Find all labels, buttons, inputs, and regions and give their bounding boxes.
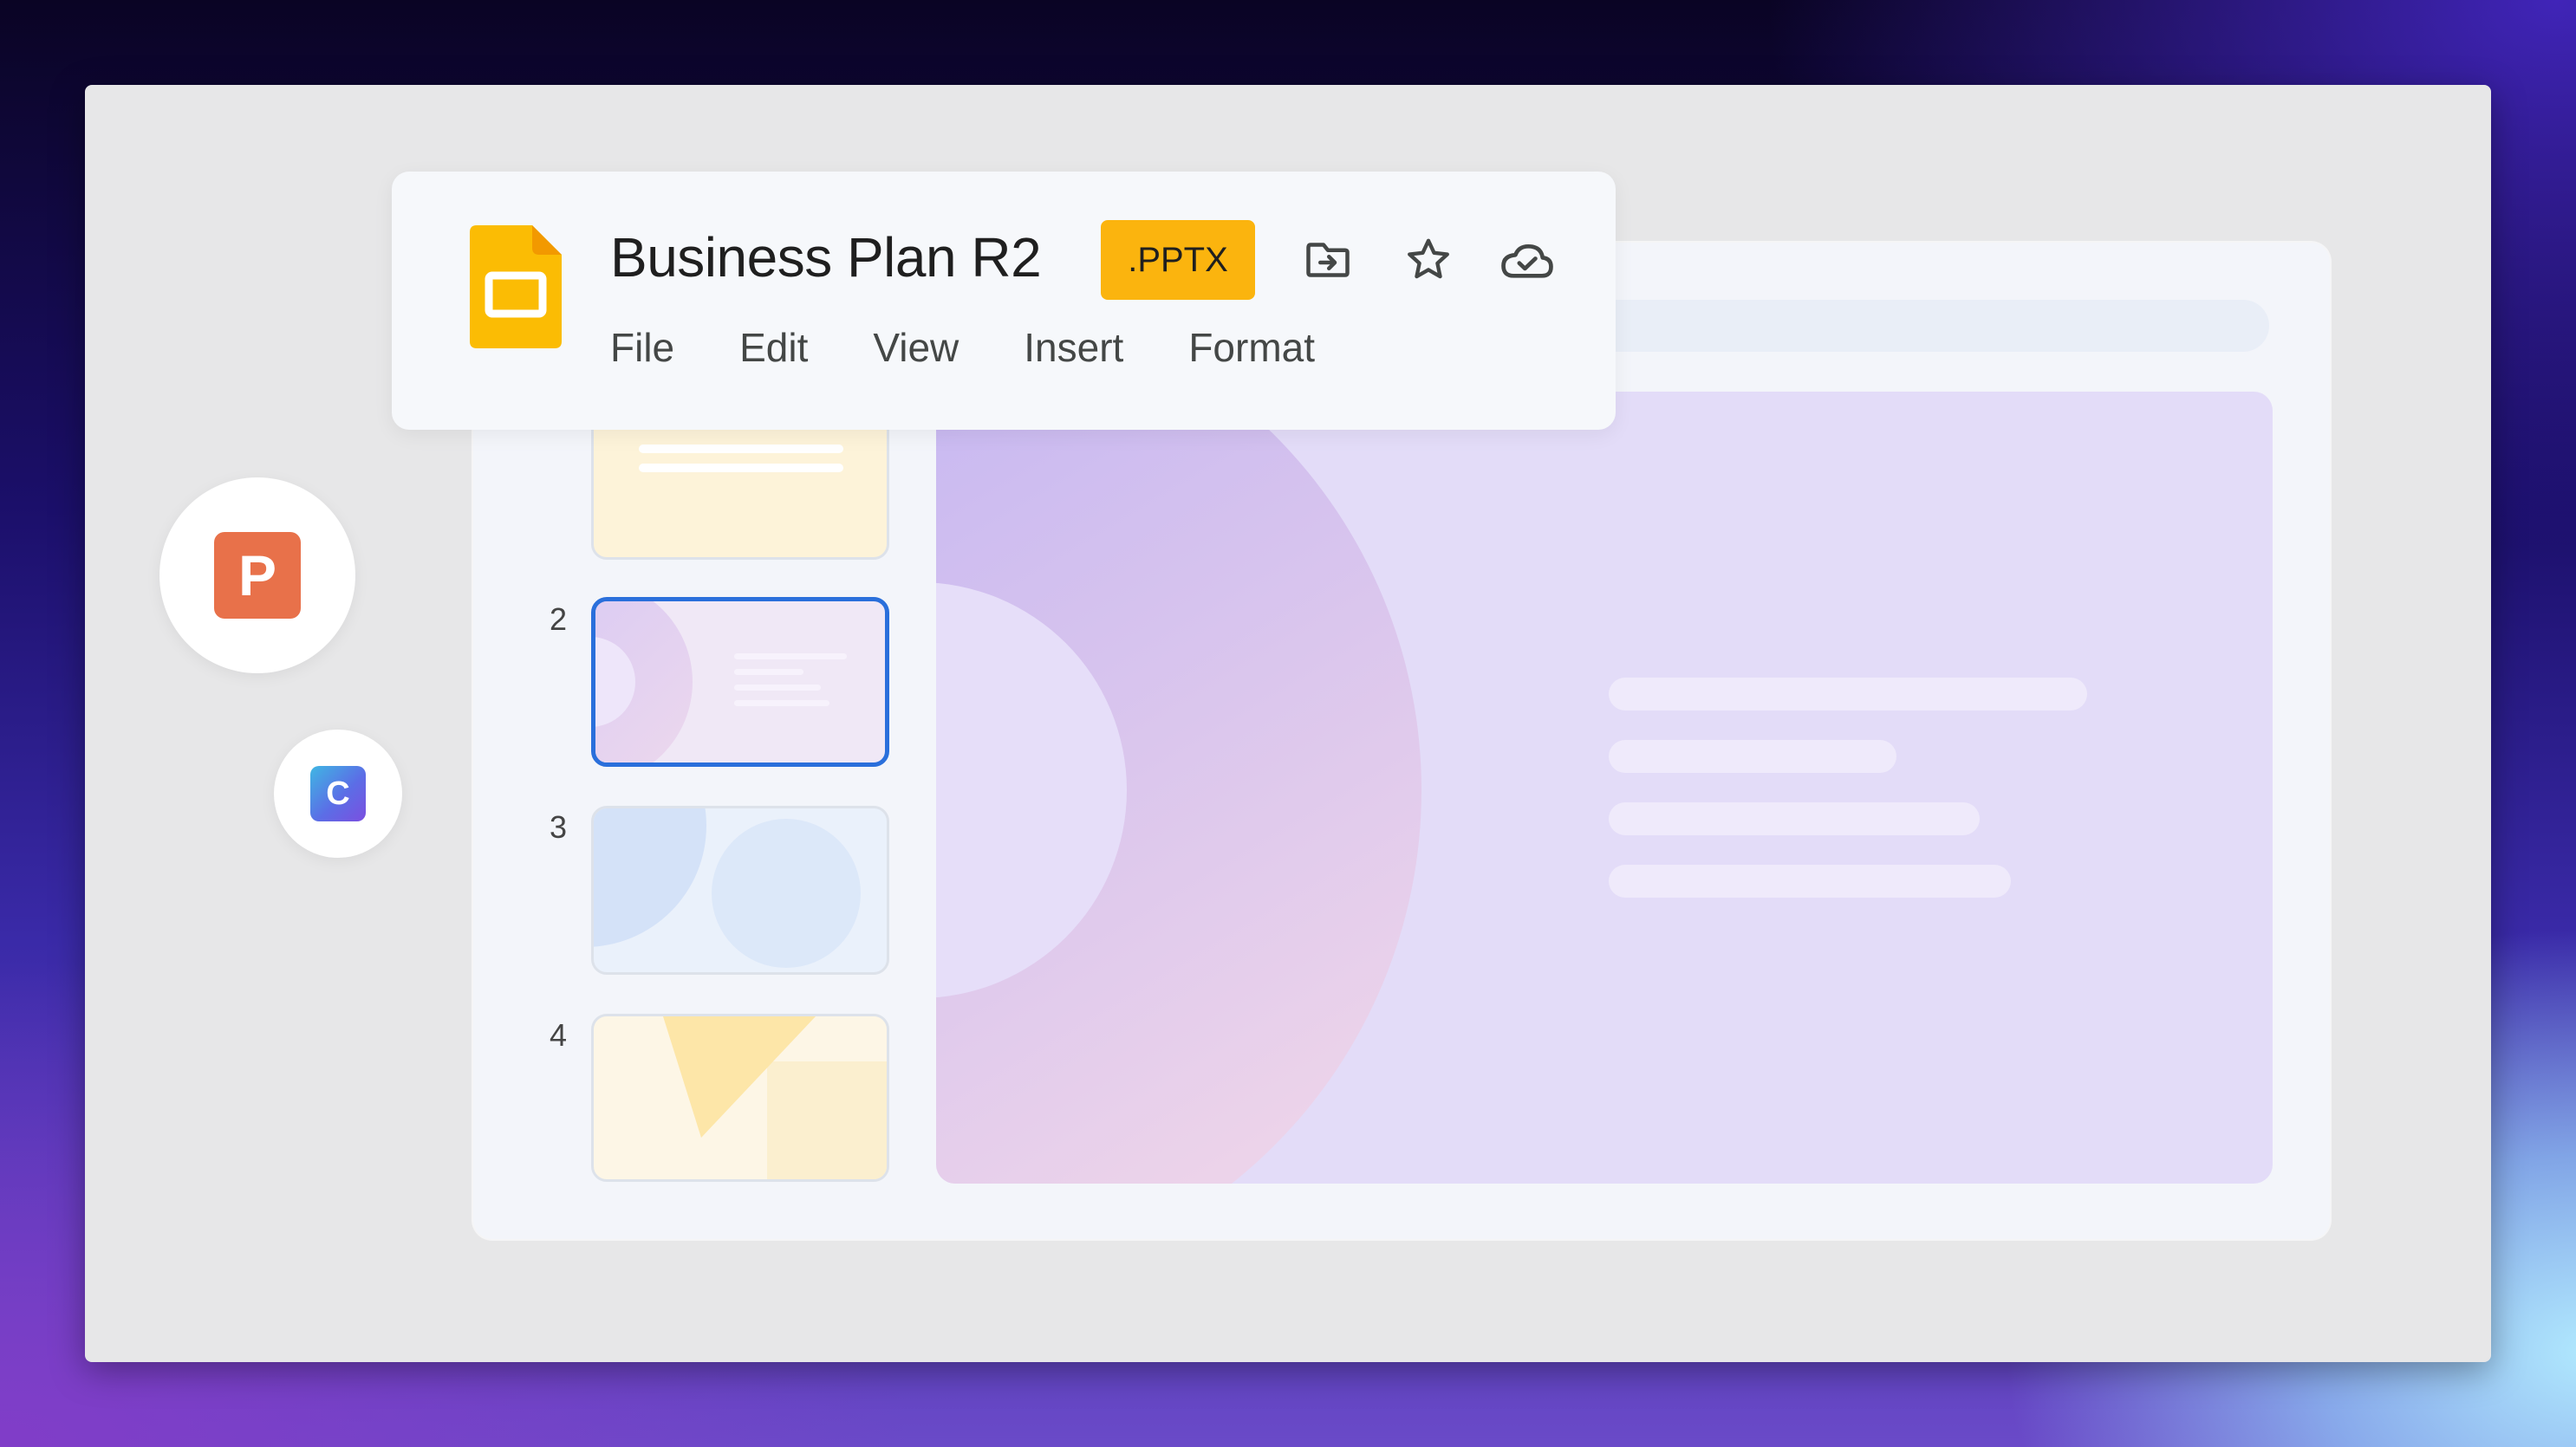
slide-canvas[interactable]	[936, 392, 2273, 1184]
slide-number-3: 3	[549, 809, 567, 845]
menu-view[interactable]: View	[873, 324, 959, 371]
thumb-text-line	[639, 464, 843, 472]
move-to-folder-icon[interactable]	[1295, 227, 1361, 293]
slide-4-preview	[663, 1016, 887, 1179]
slide-text-placeholder	[1609, 678, 2087, 711]
slide-3-preview	[594, 808, 861, 968]
canva-letter: C	[326, 775, 350, 812]
canva-icon: C	[310, 766, 366, 821]
google-slides-icon	[470, 225, 562, 348]
slide-thumbnail-2[interactable]	[591, 597, 889, 767]
menu-file[interactable]: File	[610, 324, 674, 371]
menu-format[interactable]: Format	[1188, 324, 1315, 371]
slide-thumbnail-3[interactable]	[591, 806, 889, 975]
menu-bar: File Edit View Insert Format	[610, 324, 1380, 371]
powerpoint-letter: P	[237, 543, 277, 607]
slide-number-4: 4	[549, 1017, 567, 1053]
thumb-text-line	[639, 444, 843, 453]
format-badge-label: .PPTX	[1128, 240, 1228, 279]
menu-edit[interactable]: Edit	[739, 324, 808, 371]
slide-text-placeholder	[1609, 865, 2011, 898]
slide-number-2: 2	[549, 601, 567, 637]
slide-2-preview	[595, 601, 847, 762]
pptx-format-badge: .PPTX	[1101, 220, 1255, 300]
powerpoint-app-button[interactable]: P	[159, 477, 355, 673]
star-icon[interactable]	[1395, 227, 1461, 293]
document-title[interactable]: Business Plan R2	[610, 225, 1042, 289]
slide-graphic	[936, 392, 1421, 1184]
document-header-card: Business Plan R2 .PPTX File Edit View In…	[392, 172, 1616, 430]
slide-text-placeholder	[1609, 740, 1896, 773]
slide-text-placeholder	[1609, 802, 1980, 835]
menu-insert[interactable]: Insert	[1024, 324, 1123, 371]
slide-thumbnail-4[interactable]	[591, 1014, 889, 1182]
slide-thumbnail-1[interactable]	[591, 407, 889, 560]
canva-app-button[interactable]: C	[274, 730, 402, 858]
cloud-saved-icon[interactable]	[1494, 227, 1560, 293]
powerpoint-icon: P	[214, 532, 301, 619]
